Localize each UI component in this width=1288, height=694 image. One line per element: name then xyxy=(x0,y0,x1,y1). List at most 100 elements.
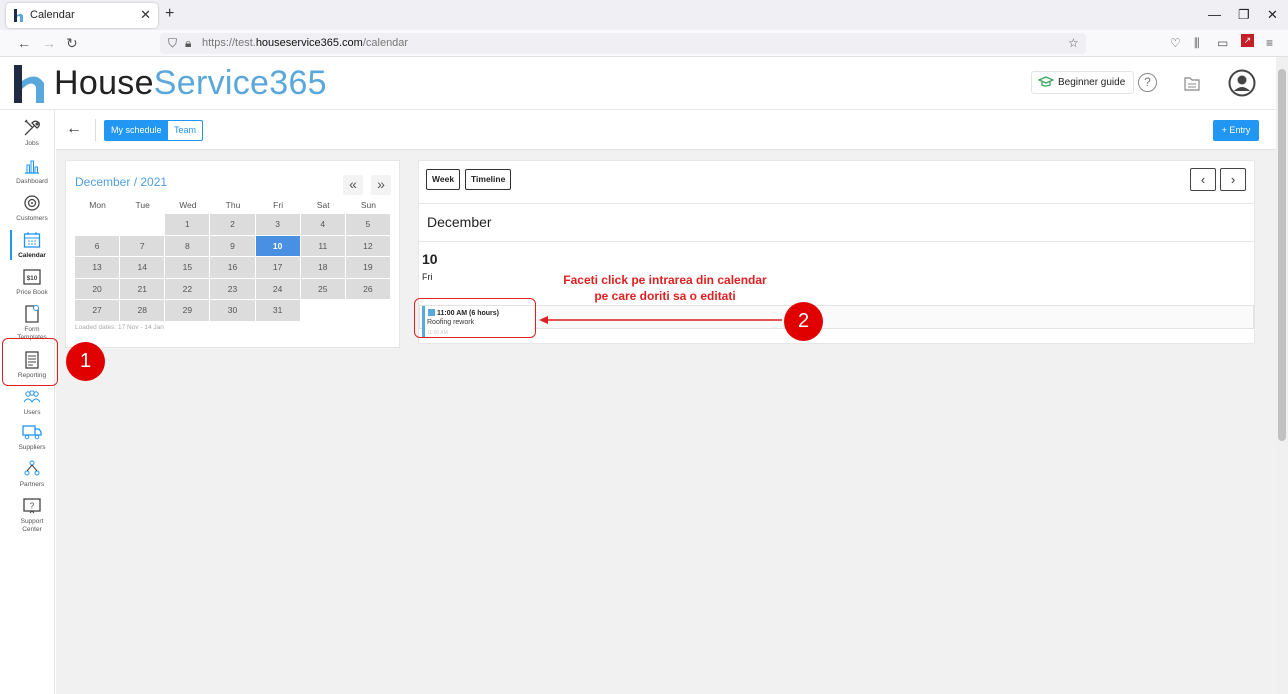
sidebar-item-support-center[interactable]: ? Support Center xyxy=(1,496,63,534)
sidebar-toggle-icon[interactable]: ▭ xyxy=(1217,36,1228,50)
page-scrollbar[interactable] xyxy=(1276,57,1288,694)
calendar-day[interactable]: 18 xyxy=(300,257,345,278)
calendar-day[interactable]: 12 xyxy=(345,235,390,256)
prev-month-button[interactable]: « xyxy=(343,175,363,195)
sidebar-item-form-templates[interactable]: Form Templates xyxy=(1,304,63,342)
forward-icon[interactable]: → xyxy=(42,35,56,51)
scrollbar-thumb[interactable] xyxy=(1278,69,1286,441)
sidebar-item-users[interactable]: Users xyxy=(1,387,63,416)
mini-calendar-grid: Mon Tue Wed Thu Fri Sat Sun 1 2 3 4 5 6 7 8 9 10 11 12 13 1… xyxy=(75,200,391,322)
url-bar[interactable]: ⛉ 🔒︎ https://test.houseservice365.com/ca… xyxy=(160,33,1086,54)
weekday-label: Wed xyxy=(179,200,197,210)
add-entry-button[interactable]: + Entry xyxy=(1213,120,1259,141)
calendar-day[interactable]: 31 xyxy=(255,300,300,321)
calendar-day[interactable]: 4 xyxy=(300,214,345,235)
calendar-day[interactable]: 6 xyxy=(75,235,120,256)
mini-calendar-title: December / 2021 xyxy=(75,175,168,189)
minimize-icon[interactable]: — xyxy=(1208,7,1221,22)
sidebar-label: Support Center xyxy=(20,518,44,533)
calendar-day[interactable]: 5 xyxy=(345,214,390,235)
sidebar-item-partners[interactable]: Partners xyxy=(1,459,63,488)
calendar-day[interactable]: 20 xyxy=(75,278,120,299)
annotation-highlight-reporting xyxy=(2,338,58,386)
form-template-icon xyxy=(25,305,39,323)
calendar-day[interactable]: 13 xyxy=(75,257,120,278)
calendar-day[interactable]: 1 xyxy=(165,214,210,235)
day-number: 10 xyxy=(422,251,438,267)
divider xyxy=(419,241,1254,242)
sidebar-item-dashboard[interactable]: Dashboard xyxy=(1,156,63,185)
browser-tab[interactable]: Calendar ✕ xyxy=(6,3,158,28)
sidebar-label: Price Book xyxy=(16,289,48,296)
day-name: Fri xyxy=(422,272,433,282)
question-icon: ? xyxy=(23,498,41,514)
weekday-label: Sun xyxy=(360,200,376,210)
calendar-day[interactable]: 7 xyxy=(120,235,165,256)
help-icon[interactable]: ? xyxy=(1138,73,1157,92)
weekday-label: Fri xyxy=(273,200,284,210)
beginner-guide-button[interactable]: Beginner guide xyxy=(1031,71,1135,94)
next-period-button[interactable]: › xyxy=(1220,168,1246,191)
calendar-day[interactable]: 3 xyxy=(255,214,300,235)
prev-period-button[interactable]: ‹ xyxy=(1190,168,1216,191)
new-tab-icon[interactable]: + xyxy=(165,5,174,23)
calendar-week-row: 20 21 22 23 24 25 26 xyxy=(75,278,391,301)
window-close-icon[interactable]: ✕ xyxy=(1267,7,1278,23)
menu-icon[interactable]: ≡ xyxy=(1266,36,1273,50)
beginner-guide-label: Beginner guide xyxy=(1058,77,1126,88)
timeline-view-button[interactable]: Timeline xyxy=(465,169,512,190)
calendar-day[interactable]: 24 xyxy=(255,278,300,299)
restore-icon[interactable]: ❐ xyxy=(1238,7,1250,23)
calendar-day[interactable]: 9 xyxy=(210,235,255,256)
logo-text: HouseService365 xyxy=(54,64,327,102)
back-icon[interactable]: ← xyxy=(17,35,31,51)
calendar-day[interactable]: 27 xyxy=(75,300,120,321)
tab-title: Calendar xyxy=(30,9,75,21)
week-view-button[interactable]: Week xyxy=(426,169,461,190)
my-schedule-button[interactable]: My schedule xyxy=(104,120,169,141)
extension-icon[interactable]: ↗ xyxy=(1241,34,1254,47)
user-avatar-icon[interactable] xyxy=(1228,69,1256,97)
calendar-day[interactable]: 15 xyxy=(165,257,210,278)
app-header: HouseService365 Beginner guide ? xyxy=(0,57,1276,110)
calendar-day[interactable]: 14 xyxy=(120,257,165,278)
tools-icon xyxy=(24,119,40,136)
library-icon[interactable]: ⫼ xyxy=(1194,36,1200,51)
calendar-day[interactable]: 29 xyxy=(165,300,210,321)
calendar-day[interactable]: 11 xyxy=(300,235,345,256)
calendar-day[interactable]: 28 xyxy=(120,300,165,321)
documents-icon[interactable] xyxy=(1183,74,1201,92)
weekday-label: Sat xyxy=(316,200,330,210)
pocket-icon[interactable]: ♡ xyxy=(1170,36,1181,50)
sidebar-item-jobs[interactable]: Jobs xyxy=(1,118,63,147)
sidebar-label: Suppliers xyxy=(18,444,46,451)
team-button[interactable]: Team xyxy=(167,120,204,141)
calendar-day[interactable]: 25 xyxy=(300,278,345,299)
calendar-day[interactable]: 21 xyxy=(120,278,165,299)
empty-day-cell xyxy=(346,300,390,321)
calendar-day[interactable]: 19 xyxy=(345,257,390,278)
calendar-day[interactable]: 16 xyxy=(210,257,255,278)
sidebar-item-price-book[interactable]: $10 Price Book xyxy=(1,267,63,296)
sidebar-item-calendar[interactable]: Calendar xyxy=(1,230,63,260)
bookmark-star-icon[interactable]: ☆ xyxy=(1068,36,1079,50)
sidebar-label: Calendar xyxy=(18,252,46,259)
calendar-day[interactable]: 10 xyxy=(255,235,300,256)
reload-icon[interactable]: ↻ xyxy=(66,35,78,52)
back-arrow-icon[interactable]: ← xyxy=(66,120,82,138)
tab-close-icon[interactable]: ✕ xyxy=(140,7,151,23)
calendar-day[interactable]: 17 xyxy=(255,257,300,278)
calendar-day[interactable]: 2 xyxy=(210,214,255,235)
graduation-cap-icon xyxy=(1038,76,1054,87)
calendar-day[interactable]: 23 xyxy=(210,278,255,299)
annotation-arrow-icon xyxy=(539,316,782,324)
calendar-day[interactable]: 22 xyxy=(165,278,210,299)
sidebar-item-suppliers[interactable]: Suppliers xyxy=(1,422,63,451)
next-month-button[interactable]: » xyxy=(371,175,391,195)
sidebar-item-customers[interactable]: Customers xyxy=(1,193,63,222)
network-icon xyxy=(24,460,40,476)
calendar-day[interactable]: 26 xyxy=(345,278,390,299)
url-text: https://test.houseservice365.com/calenda… xyxy=(202,37,409,49)
calendar-day[interactable]: 30 xyxy=(210,300,255,321)
calendar-day[interactable]: 8 xyxy=(165,235,210,256)
